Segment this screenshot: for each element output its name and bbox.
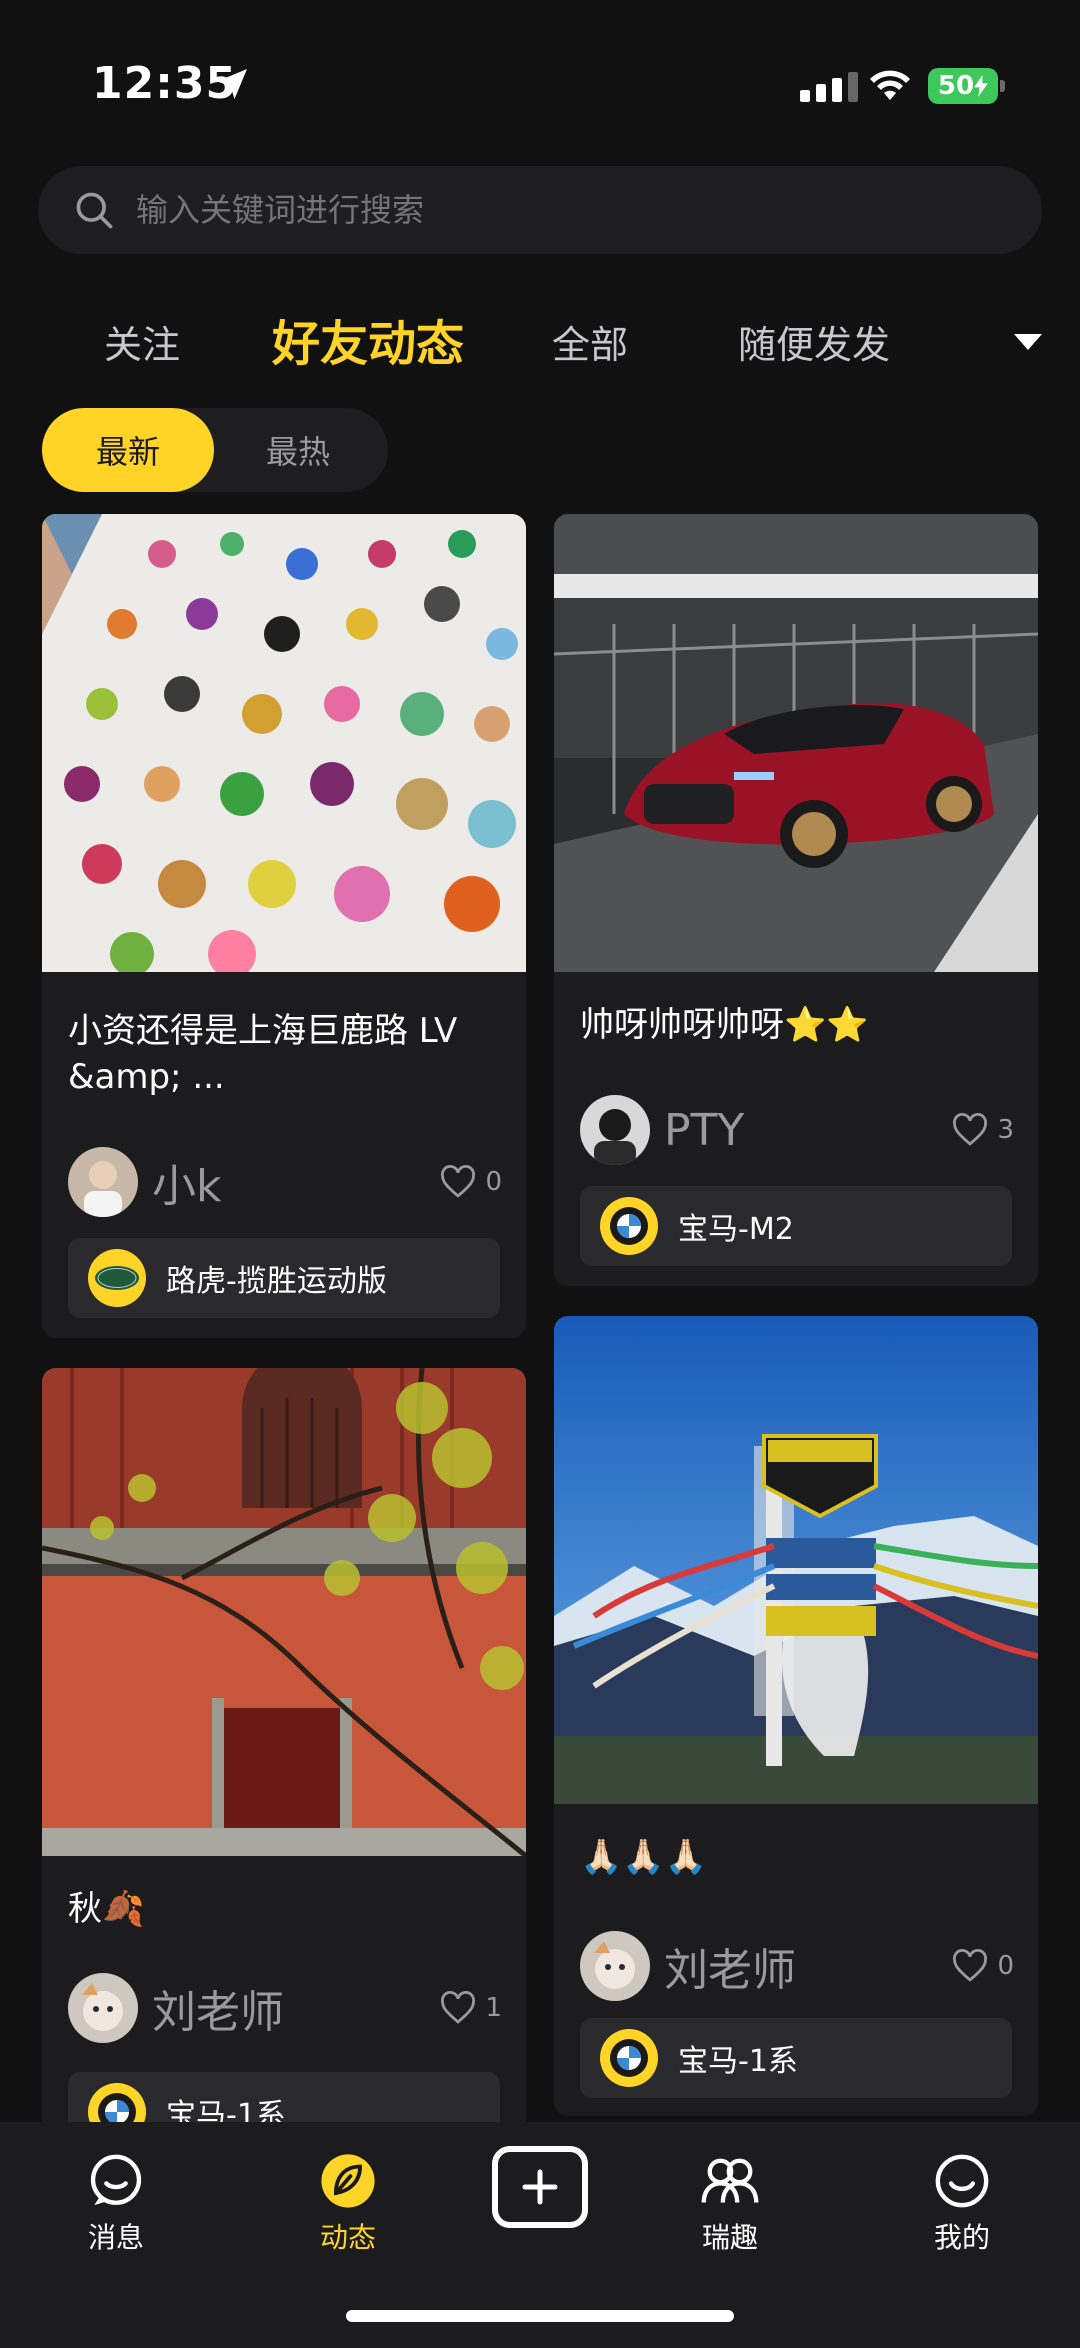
feed-card[interactable]: 帅呀帅呀帅呀⭐️⭐️ PTY 3 宝马-M2 [554, 514, 1038, 1286]
nav-label: 动态 [319, 2221, 376, 2254]
sort-hottest-button[interactable]: 最热 [212, 408, 384, 492]
post-image[interactable] [554, 514, 1038, 972]
bmw-logo-icon [600, 1197, 658, 1255]
feed-card[interactable]: 小资还得是上海巨鹿路 LV &amp; ... 小k 0 路虎-揽胜运动版 [42, 514, 526, 1338]
heart-icon [441, 1991, 476, 2024]
like-count: 3 [997, 1115, 1014, 1145]
search-input[interactable] [136, 191, 936, 229]
tab-follow[interactable]: 关注 [104, 314, 180, 369]
tab-casual-posts[interactable]: 随便发发 [738, 314, 890, 369]
author-row[interactable]: 小k 0 [68, 1146, 502, 1218]
feed-card[interactable]: 🙏🏻🙏🏻🙏🏻 刘老师 0 宝马-1系 [554, 1316, 1038, 2116]
like-button[interactable]: 1 [439, 1991, 502, 2025]
post-image[interactable] [42, 514, 526, 972]
car-name: 路虎-揽胜运动版 [166, 1264, 387, 1299]
car-name: 宝马-1系 [678, 2044, 798, 2079]
author-name[interactable]: PTY [664, 1105, 951, 1156]
search-bar[interactable] [38, 166, 1042, 254]
nav-messages[interactable]: 消息 [46, 2152, 186, 2256]
post-image[interactable] [554, 1316, 1038, 1804]
status-bar: 12:35 50 [0, 0, 1080, 150]
charging-bolt-icon [974, 75, 988, 97]
post-title: 秋🍂 [68, 1889, 145, 1929]
heart-icon [953, 1949, 988, 1982]
car-tag[interactable]: 宝马-M2 [580, 1186, 1012, 1266]
avatar[interactable] [580, 1931, 650, 2001]
like-button[interactable]: 3 [951, 1113, 1014, 1147]
bmw-logo-icon [600, 2029, 658, 2087]
author-name[interactable]: 小k [152, 1150, 439, 1214]
like-count: 1 [485, 1993, 502, 2023]
nav-label: 我的 [933, 2221, 990, 2254]
battery-indicator: 50 [928, 68, 998, 104]
nav-profile[interactable]: 我的 [892, 2152, 1032, 2256]
tab-dropdown-icon[interactable] [1014, 334, 1042, 350]
like-count: 0 [997, 1951, 1014, 1981]
tab-friends-feed[interactable]: 好友动态 [272, 304, 464, 374]
car-tag[interactable]: 路虎-揽胜运动版 [68, 1238, 500, 1318]
search-icon [76, 192, 113, 229]
wifi-icon [870, 70, 910, 100]
car-name: 宝马-M2 [678, 1212, 794, 1247]
leaf-icon [321, 2154, 375, 2208]
post-title: 小资还得是上海巨鹿路 LV &amp; ... [68, 1011, 458, 1097]
feed-card[interactable]: 秋🍂 刘老师 1 宝马-1系 [42, 1368, 526, 2148]
feed-screen: 12:35 50 关注 好友动态 全部 随便发发 [0, 0, 1080, 2348]
battery-level: 50 [937, 71, 975, 101]
cellular-signal-icon [800, 72, 858, 102]
like-count: 0 [485, 1167, 502, 1197]
sort-toggle: 最新 最热 [42, 408, 388, 492]
author-name[interactable]: 刘老师 [664, 1934, 951, 1998]
car-tag[interactable]: 宝马-1系 [580, 2018, 1012, 2098]
home-indicator[interactable] [346, 2310, 734, 2322]
post-image[interactable] [42, 1368, 526, 1856]
nav-ruiqu[interactable]: 瑞趣 [660, 2152, 800, 2256]
location-arrow-icon [217, 69, 247, 99]
author-row[interactable]: PTY 3 [580, 1094, 1014, 1166]
battery-nub [1000, 80, 1005, 92]
avatar[interactable] [580, 1095, 650, 1165]
like-button[interactable]: 0 [951, 1949, 1014, 1983]
nav-label: 消息 [87, 2221, 144, 2254]
category-tabs: 关注 好友动态 全部 随便发发 [0, 300, 1080, 380]
smile-profile-icon [935, 2154, 989, 2208]
sort-newest-button[interactable]: 最新 [42, 408, 214, 492]
avatar[interactable] [68, 1973, 138, 2043]
like-button[interactable]: 0 [439, 1165, 502, 1199]
author-row[interactable]: 刘老师 0 [580, 1930, 1014, 2002]
heart-icon [441, 1165, 476, 1198]
nav-label: 瑞趣 [701, 2221, 758, 2254]
group-icon [701, 2158, 759, 2203]
plus-icon [522, 2169, 558, 2205]
author-row[interactable]: 刘老师 1 [68, 1972, 502, 2044]
heart-icon [953, 1113, 988, 1146]
avatar[interactable] [68, 1147, 138, 1217]
post-title: 帅呀帅呀帅呀⭐️⭐️ [580, 1005, 869, 1045]
author-name[interactable]: 刘老师 [152, 1976, 439, 2040]
tab-all[interactable]: 全部 [552, 314, 628, 369]
chat-bubble-icon [90, 2154, 142, 2206]
nav-feed[interactable]: 动态 [278, 2152, 418, 2256]
land-rover-logo-icon [88, 1249, 146, 1307]
add-post-button[interactable] [492, 2146, 588, 2228]
post-title: 🙏🏻🙏🏻🙏🏻 [580, 1837, 708, 1877]
